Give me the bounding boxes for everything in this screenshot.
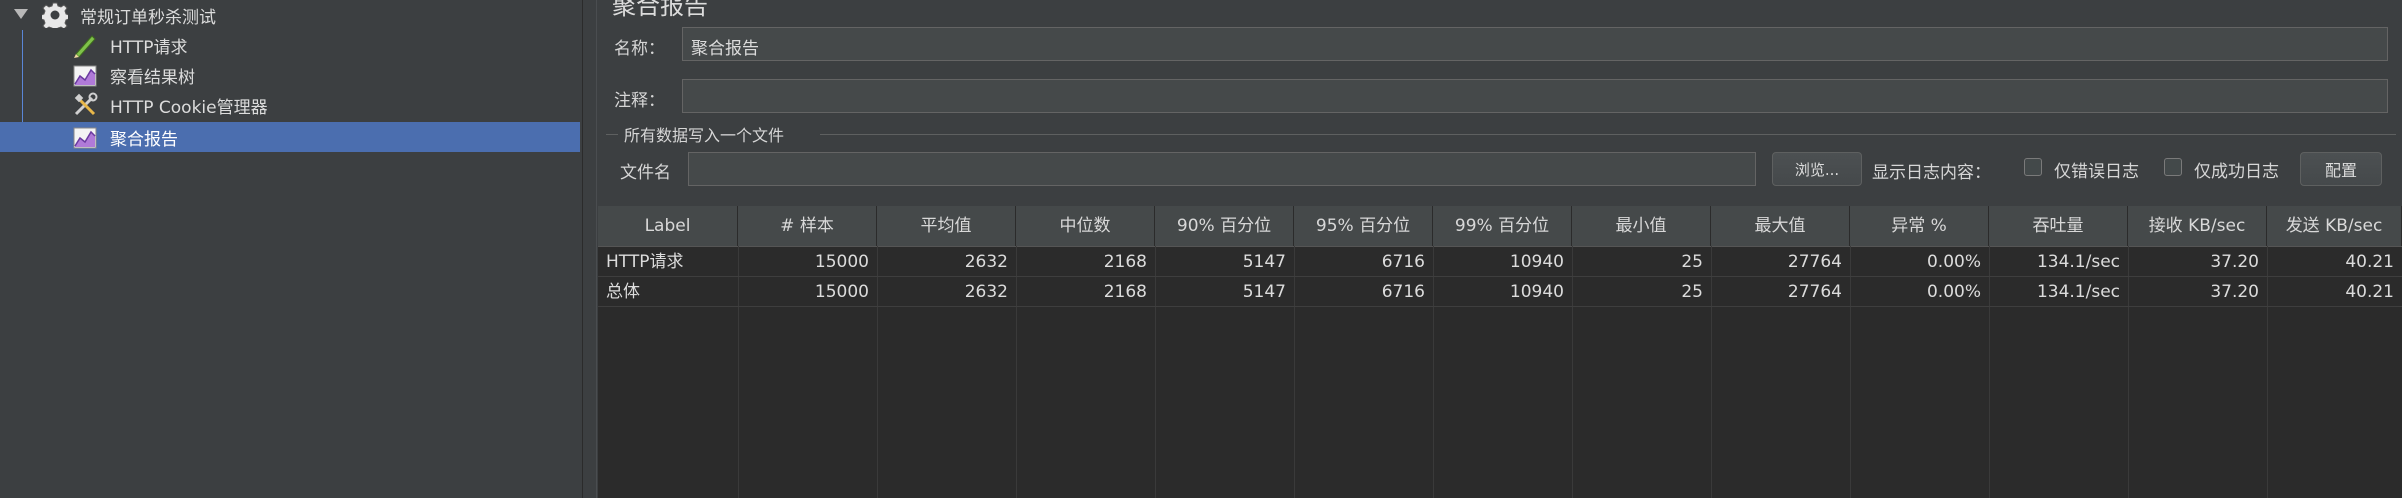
table-row[interactable]: HTTP请求 15000 2632 2168 5147 6716 10940 2…: [598, 247, 2402, 277]
table-cell: 2632: [964, 282, 1008, 302]
panel-border: [596, 0, 597, 498]
success-only-label: 仅成功日志: [2194, 162, 2279, 182]
success-only-checkbox[interactable]: [2164, 158, 2182, 176]
expand-triangle-icon[interactable]: [14, 9, 28, 19]
table-cell: 27764: [1787, 282, 1842, 302]
tree-node-cookie-manager[interactable]: HTTP Cookie管理器: [0, 90, 580, 120]
table-cell: 25: [1681, 252, 1703, 272]
tree-node-label: 常规订单秒杀测试: [80, 7, 216, 28]
column-header[interactable]: 中位数: [1016, 206, 1155, 246]
tree-node-root[interactable]: 常规订单秒杀测试: [0, 0, 580, 32]
table-cell: 0.00%: [1926, 282, 1981, 302]
group-border: [820, 134, 2396, 135]
table-cell: 10940: [1509, 282, 1564, 302]
table-cell: 2168: [1103, 252, 1147, 272]
table-cell: 37.20: [2210, 282, 2259, 302]
configure-button[interactable]: 配置: [2300, 152, 2382, 186]
errors-only-label: 仅错误日志: [2054, 162, 2139, 182]
table-cell: 134.1/sec: [2036, 282, 2120, 302]
jmeter-window: 常规订单秒杀测试 HTTP请求 察看结果树 HTTP Cookie管理器 聚合报…: [0, 0, 2402, 498]
table-cell: 6716: [1381, 252, 1425, 272]
chart-icon: [72, 62, 98, 88]
group-border: [606, 134, 618, 135]
table-cell: 27764: [1787, 252, 1842, 272]
tree-node-label: HTTP Cookie管理器: [110, 97, 268, 118]
tree-node-http-request[interactable]: HTTP请求: [0, 30, 580, 60]
column-header[interactable]: Label: [598, 206, 738, 246]
table-header: Label # 样本 平均值 中位数 90% 百分位 95% 百分位 99% 百…: [598, 206, 2402, 247]
filename-field[interactable]: [688, 152, 1756, 186]
table-cell: 5147: [1242, 252, 1286, 272]
table-cell: 总体: [606, 282, 640, 302]
split-pane-divider[interactable]: [582, 0, 583, 498]
tree-node-label: HTTP请求: [110, 37, 188, 58]
comment-field[interactable]: [682, 79, 2388, 113]
tree-node-label: 聚合报告: [110, 129, 178, 150]
table-cell: 10940: [1509, 252, 1564, 272]
column-header[interactable]: 95% 百分位: [1294, 206, 1433, 246]
chart-icon: [72, 124, 98, 150]
tools-icon: [72, 92, 98, 118]
column-header[interactable]: 异常 %: [1850, 206, 1989, 246]
test-plan-tree: 常规订单秒杀测试 HTTP请求 察看结果树 HTTP Cookie管理器 聚合报…: [0, 0, 580, 498]
column-header[interactable]: 发送 KB/sec: [2267, 206, 2402, 246]
gear-icon: [40, 2, 70, 32]
comment-label: 注释：: [614, 91, 665, 111]
table-cell: 2632: [964, 252, 1008, 272]
table-cell: 40.21: [2345, 282, 2394, 302]
column-header[interactable]: 吞吐量: [1989, 206, 2128, 246]
table-cell: 40.21: [2345, 252, 2394, 272]
group-title: 所有数据写入一个文件: [624, 126, 785, 145]
errors-only-checkbox[interactable]: [2024, 158, 2042, 176]
table-cell: 2168: [1103, 282, 1147, 302]
name-label: 名称：: [614, 39, 665, 59]
browse-button[interactable]: 浏览...: [1772, 152, 1862, 186]
tree-node-label: 察看结果树: [110, 67, 195, 88]
column-header[interactable]: 最小值: [1572, 206, 1711, 246]
table-cell: 15000: [814, 252, 869, 272]
table-cell: 5147: [1242, 282, 1286, 302]
table-cell: 37.20: [2210, 252, 2259, 272]
column-header[interactable]: # 样本: [738, 206, 877, 246]
log-content-label: 显示日志内容：: [1872, 163, 1991, 183]
column-header[interactable]: 90% 百分位: [1155, 206, 1294, 246]
table-cell: HTTP请求: [606, 252, 684, 272]
aggregate-results-table[interactable]: Label # 样本 平均值 中位数 90% 百分位 95% 百分位 99% 百…: [598, 206, 2402, 498]
column-header[interactable]: 平均值: [877, 206, 1016, 246]
filename-label: 文件名: [620, 163, 671, 183]
table-cell: 15000: [814, 282, 869, 302]
column-header[interactable]: 99% 百分位: [1433, 206, 1572, 246]
name-field[interactable]: 聚合报告: [682, 27, 2388, 61]
panel-title: 聚合报告: [612, 0, 708, 20]
tree-node-aggregate-report[interactable]: 聚合报告: [0, 122, 580, 152]
column-header[interactable]: 接收 KB/sec: [2128, 206, 2267, 246]
table-cell: 6716: [1381, 282, 1425, 302]
table-cell: 0.00%: [1926, 252, 1981, 272]
column-header[interactable]: 最大值: [1711, 206, 1850, 246]
table-cell: 25: [1681, 282, 1703, 302]
pen-icon: [72, 32, 98, 58]
table-row[interactable]: 总体 15000 2632 2168 5147 6716 10940 25 27…: [598, 277, 2402, 307]
tree-node-view-results-tree[interactable]: 察看结果树: [0, 60, 580, 90]
table-cell: 134.1/sec: [2036, 252, 2120, 272]
